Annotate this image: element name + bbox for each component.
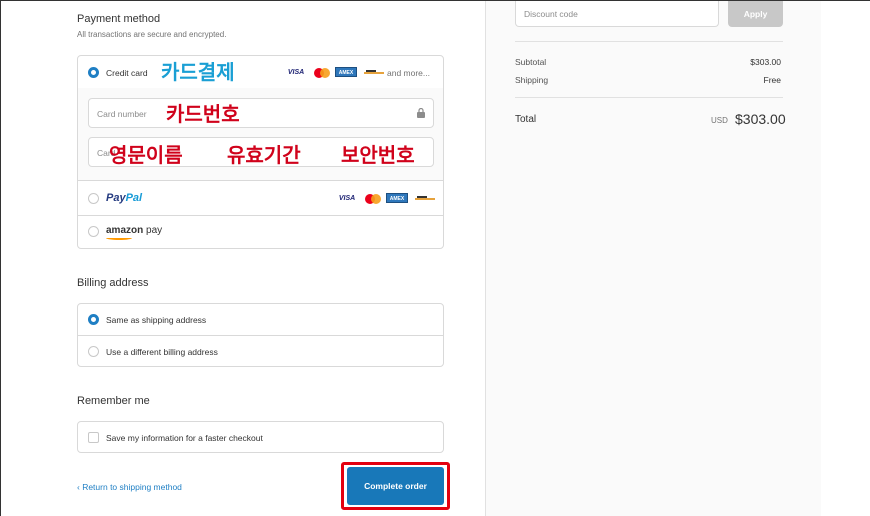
overlay-english-name: 영문이름 [109,143,183,167]
billing-address-title: Billing address [77,277,149,289]
mastercard-icon [314,68,330,78]
apply-discount-button[interactable]: Apply [728,1,783,27]
card-number-field[interactable]: Card number [88,98,434,128]
card-number-placeholder: Card number [97,109,147,119]
remember-me-title: Remember me [77,395,150,407]
page-margin [821,1,870,516]
overlay-card-payment: 카드결제 [161,60,235,84]
amex-icon: AMEX [386,193,408,203]
remember-me-box[interactable]: Save my information for a faster checkou… [77,421,444,453]
payment-option-paypal[interactable]: PayPal VISA AMEX [78,182,443,216]
summary-divider [515,41,783,42]
and-more-label: and more... [387,68,430,78]
subtotal-label: Subtotal [515,57,547,67]
same-address-label: Same as shipping address [106,315,207,325]
shipping-value: Free [763,75,781,85]
different-address-label: Use a different billing address [106,347,218,357]
payment-option-credit-card[interactable]: Credit card VISA AMEX and more... [78,56,443,89]
payment-option-amazon-pay[interactable]: amazon pay [78,216,443,249]
paypal-radio[interactable] [88,193,99,204]
amazon-pay-logo: amazon pay [106,225,162,240]
visa-icon: VISA [338,195,356,202]
amex-icon: AMEX [335,67,357,77]
amazon-pay-radio[interactable] [88,226,99,237]
visa-icon: VISA [287,69,305,76]
lock-icon [417,108,425,118]
discount-code-field[interactable] [515,1,719,27]
save-info-checkbox[interactable] [88,432,99,443]
total-label: Total [515,114,537,125]
complete-order-button[interactable]: Complete order [347,467,444,505]
return-to-shipping-link[interactable]: ‹ Return to shipping method [77,482,182,492]
mastercard-icon [365,194,381,204]
credit-card-label: Credit card [106,68,148,78]
save-info-label: Save my information for a faster checkou… [106,433,263,443]
credit-card-radio[interactable] [88,67,99,78]
overlay-security-code: 보안번호 [341,143,415,167]
discount-code-input[interactable] [516,1,718,26]
same-address-radio[interactable] [88,314,99,325]
overlay-card-number: 카드번호 [166,102,240,126]
different-address-radio[interactable] [88,346,99,357]
total-value: $303.00 [735,111,786,127]
billing-option-same[interactable]: Same as shipping address [78,304,443,336]
discover-icon [364,68,384,78]
summary-divider [515,97,783,98]
payment-method-title: Payment method [77,13,161,25]
total-currency: USD [711,116,728,125]
billing-options-box: Same as shipping address Use a different… [77,303,444,367]
billing-option-different[interactable]: Use a different billing address [78,336,443,367]
overlay-expiry: 유효기간 [227,143,301,167]
paypal-logo: PayPal [106,192,143,204]
shipping-label: Shipping [515,75,549,85]
subtotal-value: $303.00 [750,57,781,67]
payment-secure-subtitle: All transactions are secure and encrypte… [77,30,227,39]
discover-icon [415,194,435,204]
